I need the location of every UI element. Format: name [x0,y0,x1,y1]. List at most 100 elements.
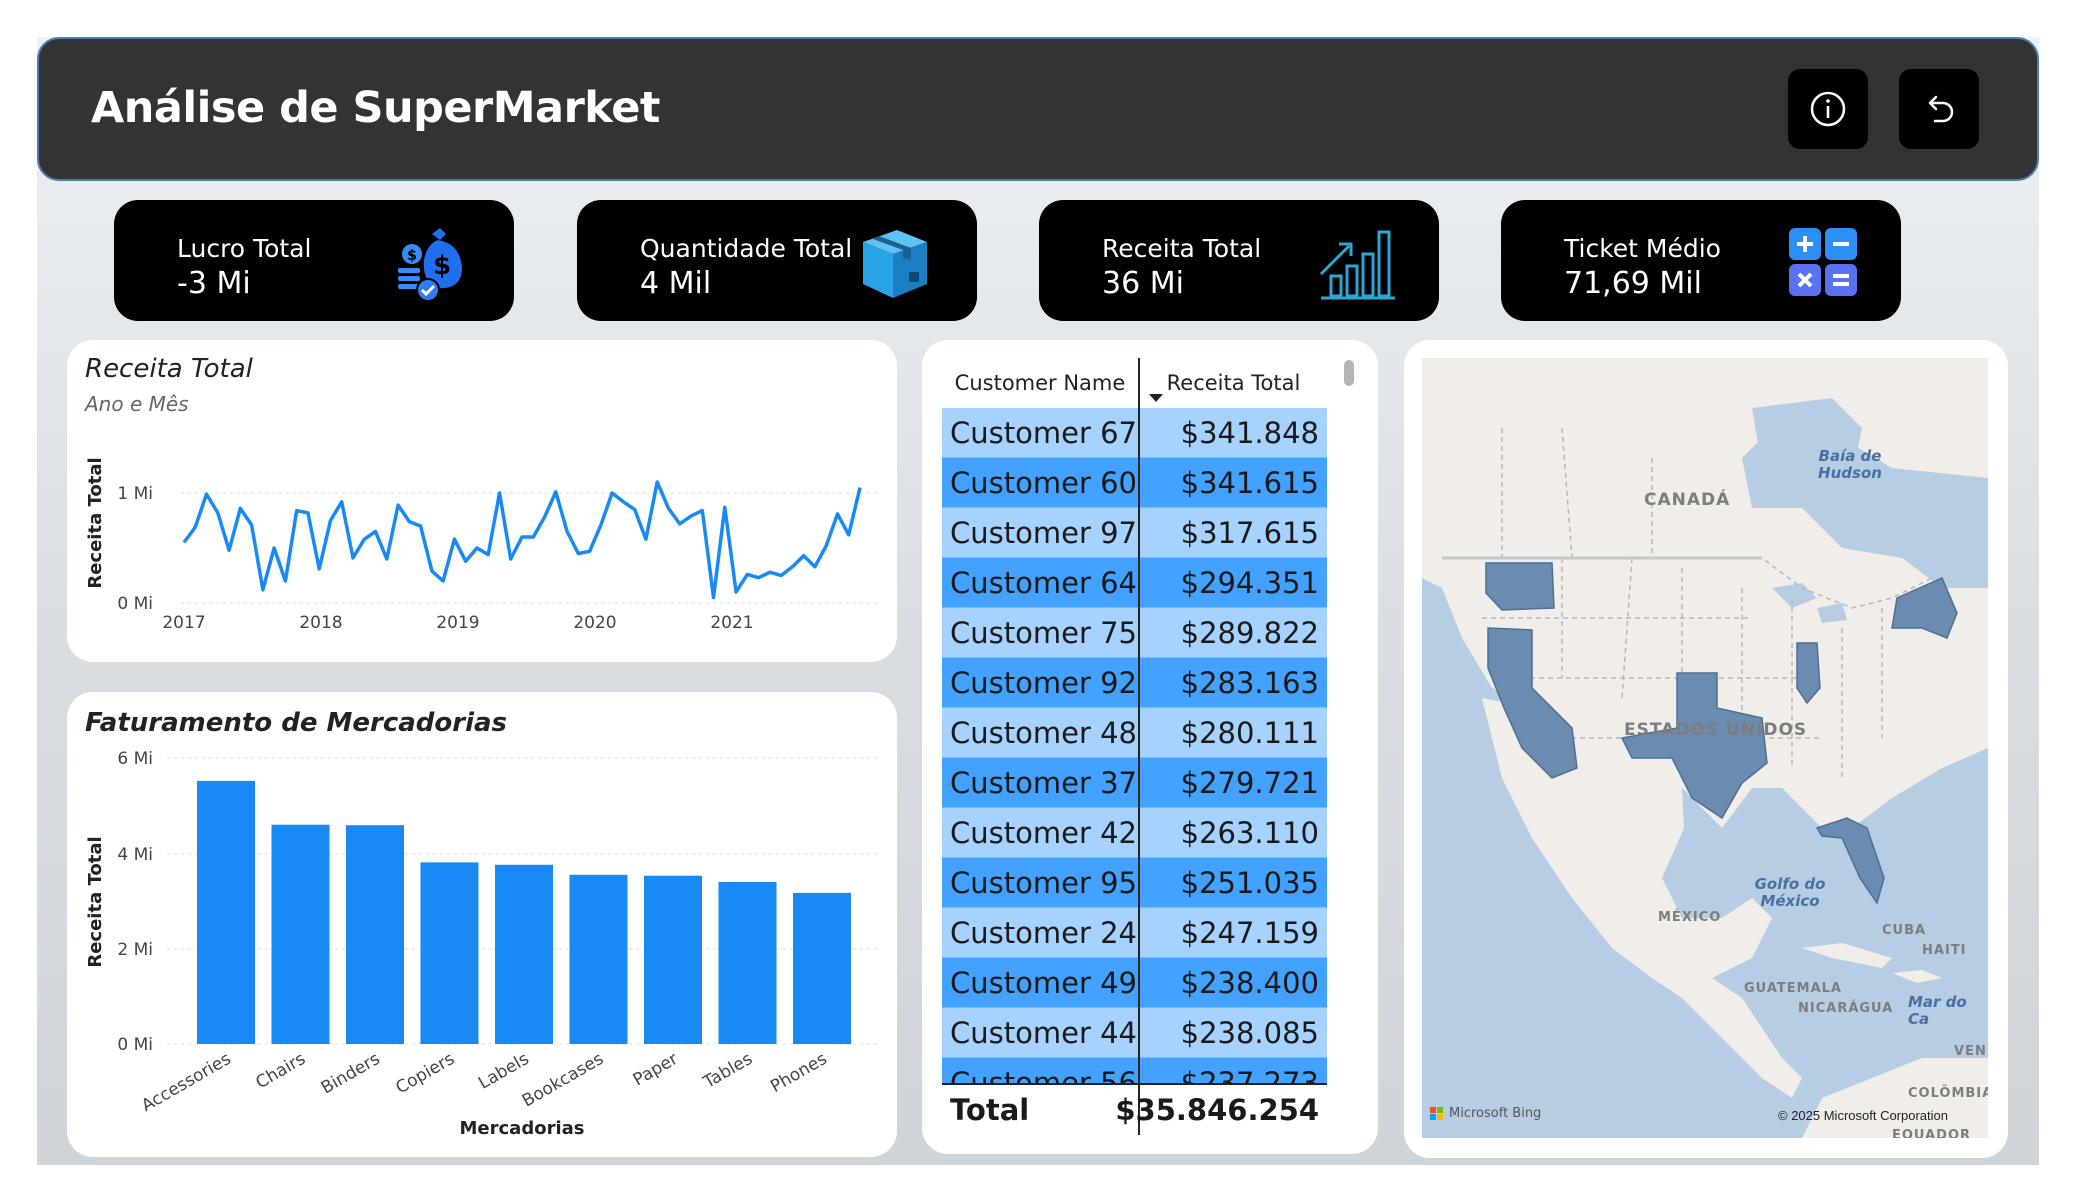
info-circle-icon [1810,91,1846,127]
customer-name-cell: Customer 955 [942,858,1140,908]
kpi-label: Receita Total [1102,234,1262,263]
growth-chart-icon [1319,230,1395,300]
receita-cell: $294.351 [1180,566,1319,600]
bing-logo: Microsoft Bing [1430,1106,1541,1121]
y-tick-label: 2 Mi [117,940,153,960]
bar-chart-card: Faturamento de Mercadorias 6 Mi 4 Mi 2 M… [67,692,897,1157]
y-tick-label: 4 Mi [117,845,153,865]
receita-cell: $247.159 [1180,916,1319,950]
map-label-caribbean: Mar do Ca [1908,993,1967,1028]
total-value: $35.846.254 [1115,1085,1327,1135]
customer-name-cell: Customer 248 [942,908,1140,958]
table-row[interactable]: Customer 973 $317.615 [942,508,1327,558]
y-tick-label: 6 Mi [117,749,153,769]
map-label-gulf-of-mexico: Golfo do México [1754,875,1826,910]
y-tick-label: 0 Mi [117,594,153,614]
customer-name-cell: Customer 973 [942,508,1140,558]
bar-copiers[interactable] [420,862,479,1044]
kpi-quantidade-total: Quantidade Total 4 Mil [577,200,977,321]
table-row[interactable]: Customer 425 $263.110 [942,808,1327,858]
x-tick-label: Phones [767,1049,830,1097]
column-header-receita-total[interactable]: Receita Total [1140,358,1327,408]
info-button[interactable] [1788,69,1868,149]
microsoft-logo-icon [1430,1106,1443,1120]
table-header: Customer Name Receita Total [942,358,1327,408]
header-bar: Análise de SuperMarket [37,37,2039,181]
receita-cell: $341.848 [1180,416,1319,450]
map-land [1422,358,1988,1138]
x-tick-label: Bookcases [519,1049,607,1112]
box-icon [863,230,927,298]
map-card: CANADÁ ESTADOS UNIDOS MÉXICO CUBA HAITI … [1404,340,2008,1158]
kpi-label: Quantidade Total [640,234,853,263]
page-title: Análise de SuperMarket [91,83,660,133]
kpi-value: 36 Mi [1102,266,1184,301]
table-row[interactable]: Customer 927 $283.163 [942,658,1327,708]
line-chart-card: Receita Total Ano e Mês 1 Mi 0 Mi Receit… [67,340,897,662]
x-tick-label: 2019 [436,613,479,633]
table-row[interactable]: Customer 497 $238.400 [942,958,1327,1008]
table-row[interactable]: Customer 248 $247.159 [942,908,1327,958]
kpi-lucro-total: Lucro Total -3 Mi $ $ [114,200,514,321]
column-header-customer-name[interactable]: Customer Name [942,358,1140,408]
bar-chairs[interactable] [271,824,330,1044]
x-tick-label: 2018 [299,613,342,633]
customer-table-card: Customer Name Receita Total Customer 672… [922,340,1378,1154]
table-row[interactable]: Customer 480 $280.111 [942,708,1327,758]
table-row[interactable]: Customer 375 $279.721 [942,758,1327,808]
bar-phones[interactable] [793,892,851,1044]
receita-cell: $263.110 [1180,816,1319,850]
kpi-value: 71,69 Mil [1564,266,1702,301]
x-tick-label: Copiers [392,1049,458,1098]
map-label-nicaragua: NICARÁGUA [1798,1001,1894,1016]
map-label-mexico: MÉXICO [1658,910,1722,925]
x-tick-label: 2017 [162,613,205,633]
customer-name-cell: Customer 672 [942,408,1140,458]
x-tick-label: Accessories [138,1049,234,1116]
receita-cell: $238.085 [1180,1016,1319,1050]
receita-cell: $279.721 [1180,766,1319,800]
customer-name-cell: Customer 750 [942,608,1140,658]
customer-name-cell: Customer 480 [942,708,1140,758]
map-label-guatemala: GUATEMALA [1744,981,1842,996]
x-tick-label: 2020 [573,613,616,633]
table-scrollbar[interactable] [1344,360,1354,386]
table-row[interactable]: Customer 605 $341.615 [942,458,1327,508]
bar-binders[interactable] [346,825,404,1044]
x-tick-label: 2021 [710,613,753,633]
line-series-receita-total[interactable] [182,480,862,600]
kpi-ticket-medio: Ticket Médio 71,69 Mil [1501,200,1901,321]
customer-name-cell: Customer 448 [942,1008,1140,1058]
table-row[interactable]: Customer 642 $294.351 [942,558,1327,608]
table-row[interactable]: Customer 448 $238.085 [942,1008,1327,1058]
receita-cell: $237.273 [1180,1066,1319,1083]
back-button[interactable] [1899,69,1979,149]
x-tick-label: Paper [630,1049,682,1090]
customer-name-cell: Customer 425 [942,808,1140,858]
x-tick-label: Tables [699,1049,756,1093]
receita-cell: $238.400 [1180,966,1319,1000]
map-label-hudson-bay: Baía de Hudson [1818,447,1882,482]
customer-name-cell: Customer 642 [942,558,1140,608]
undo-arrow-icon [1928,95,1954,123]
kpi-value: -3 Mi [177,266,251,301]
map-view[interactable]: CANADÁ ESTADOS UNIDOS MÉXICO CUBA HAITI … [1422,358,1988,1138]
table-row[interactable]: Customer 955 $251.035 [942,858,1327,908]
table-row[interactable]: Customer 563 $237.273 [942,1058,1327,1083]
map-provider: Microsoft Bing [1449,1106,1542,1121]
money-bag-icon: $ $ [398,228,462,302]
svg-text:$: $ [407,248,417,264]
bar-chart: 6 Mi 4 Mi 2 Mi 0 Mi Receita Total Mercad… [85,749,881,1139]
y-tick-label: 1 Mi [117,484,153,504]
table-row[interactable]: Customer 672 $341.848 [942,408,1327,458]
bar-accessories[interactable] [197,780,255,1044]
receita-cell: $280.111 [1180,716,1319,750]
bar-bookcases[interactable] [569,874,628,1044]
bar-tables[interactable] [718,881,777,1044]
x-axis-title: Mercadorias [460,1118,585,1139]
table-row[interactable]: Customer 750 $289.822 [942,608,1327,658]
bar-paper[interactable] [644,875,702,1044]
bar-labels[interactable] [495,864,553,1044]
map-label-ecuador: EQUADOR [1892,1128,1972,1138]
table-body[interactable]: Customer 672 $341.848 Customer 605 $341.615… [942,408,1327,1083]
